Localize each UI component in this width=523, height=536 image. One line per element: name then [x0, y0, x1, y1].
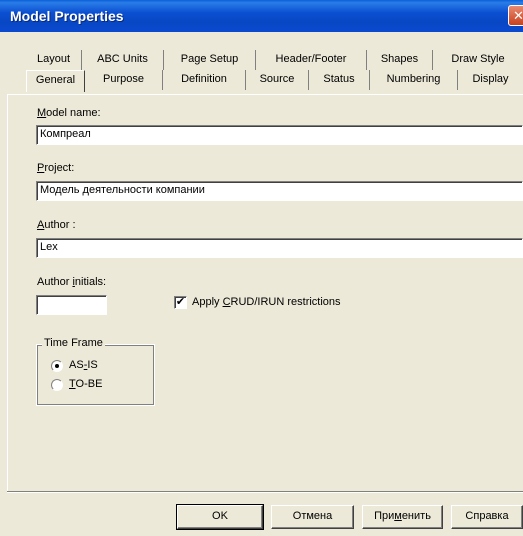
- window-title: Model Properties: [10, 8, 124, 24]
- tab-shapes[interactable]: Shapes: [367, 50, 433, 70]
- model-name-field[interactable]: Компреал: [36, 125, 523, 145]
- crud-checkbox[interactable]: ✔: [174, 296, 187, 309]
- close-icon: ✕: [513, 7, 523, 23]
- crud-label[interactable]: Apply CRUD/IRUN restrictions: [192, 296, 341, 308]
- project-field[interactable]: Модель деятельности компании: [36, 181, 523, 201]
- button-bar: [7, 491, 523, 536]
- model-name-label: Model name:: [37, 107, 101, 119]
- time-frame-group: [36, 344, 155, 406]
- help-button[interactable]: Справка: [451, 505, 523, 529]
- author-field[interactable]: Lex: [36, 238, 523, 258]
- tab-draw-style[interactable]: Draw Style: [433, 50, 523, 70]
- general-tab-panel: [7, 94, 523, 492]
- tab-header-footer[interactable]: Header/Footer: [256, 50, 367, 70]
- radio-dot-icon: [55, 364, 59, 368]
- tab-abc-units[interactable]: ABC Units: [82, 50, 164, 70]
- tab-page-setup[interactable]: Page Setup: [164, 50, 256, 70]
- tab-layout[interactable]: Layout: [26, 50, 82, 70]
- checkmark-icon: ✔: [175, 296, 186, 308]
- author-initials-label: Author initials:: [37, 276, 107, 288]
- as-is-radio[interactable]: [51, 360, 63, 372]
- tab-status[interactable]: Status: [309, 70, 370, 90]
- author-label: Author :: [37, 219, 76, 231]
- to-be-label[interactable]: TO-BE: [69, 378, 102, 390]
- tab-purpose[interactable]: Purpose: [85, 70, 163, 90]
- to-be-radio[interactable]: [51, 379, 63, 391]
- tab-general[interactable]: General: [26, 70, 85, 92]
- time-frame-legend: Time Frame: [42, 337, 105, 349]
- tab-numbering[interactable]: Numbering: [370, 70, 458, 90]
- tab-display[interactable]: Display: [458, 70, 523, 90]
- as-is-label[interactable]: AS-IS: [69, 359, 98, 371]
- ok-button[interactable]: OK: [176, 504, 264, 530]
- apply-button[interactable]: Применить: [362, 505, 443, 529]
- project-label: Project:: [37, 162, 75, 174]
- tab-source[interactable]: Source: [246, 70, 309, 90]
- close-button[interactable]: ✕: [508, 5, 523, 26]
- author-initials-field[interactable]: [36, 295, 107, 315]
- cancel-button[interactable]: Отмена: [271, 505, 354, 529]
- title-bar[interactable]: Model Properties ✕: [0, 0, 523, 32]
- tab-definition[interactable]: Definition: [163, 70, 246, 90]
